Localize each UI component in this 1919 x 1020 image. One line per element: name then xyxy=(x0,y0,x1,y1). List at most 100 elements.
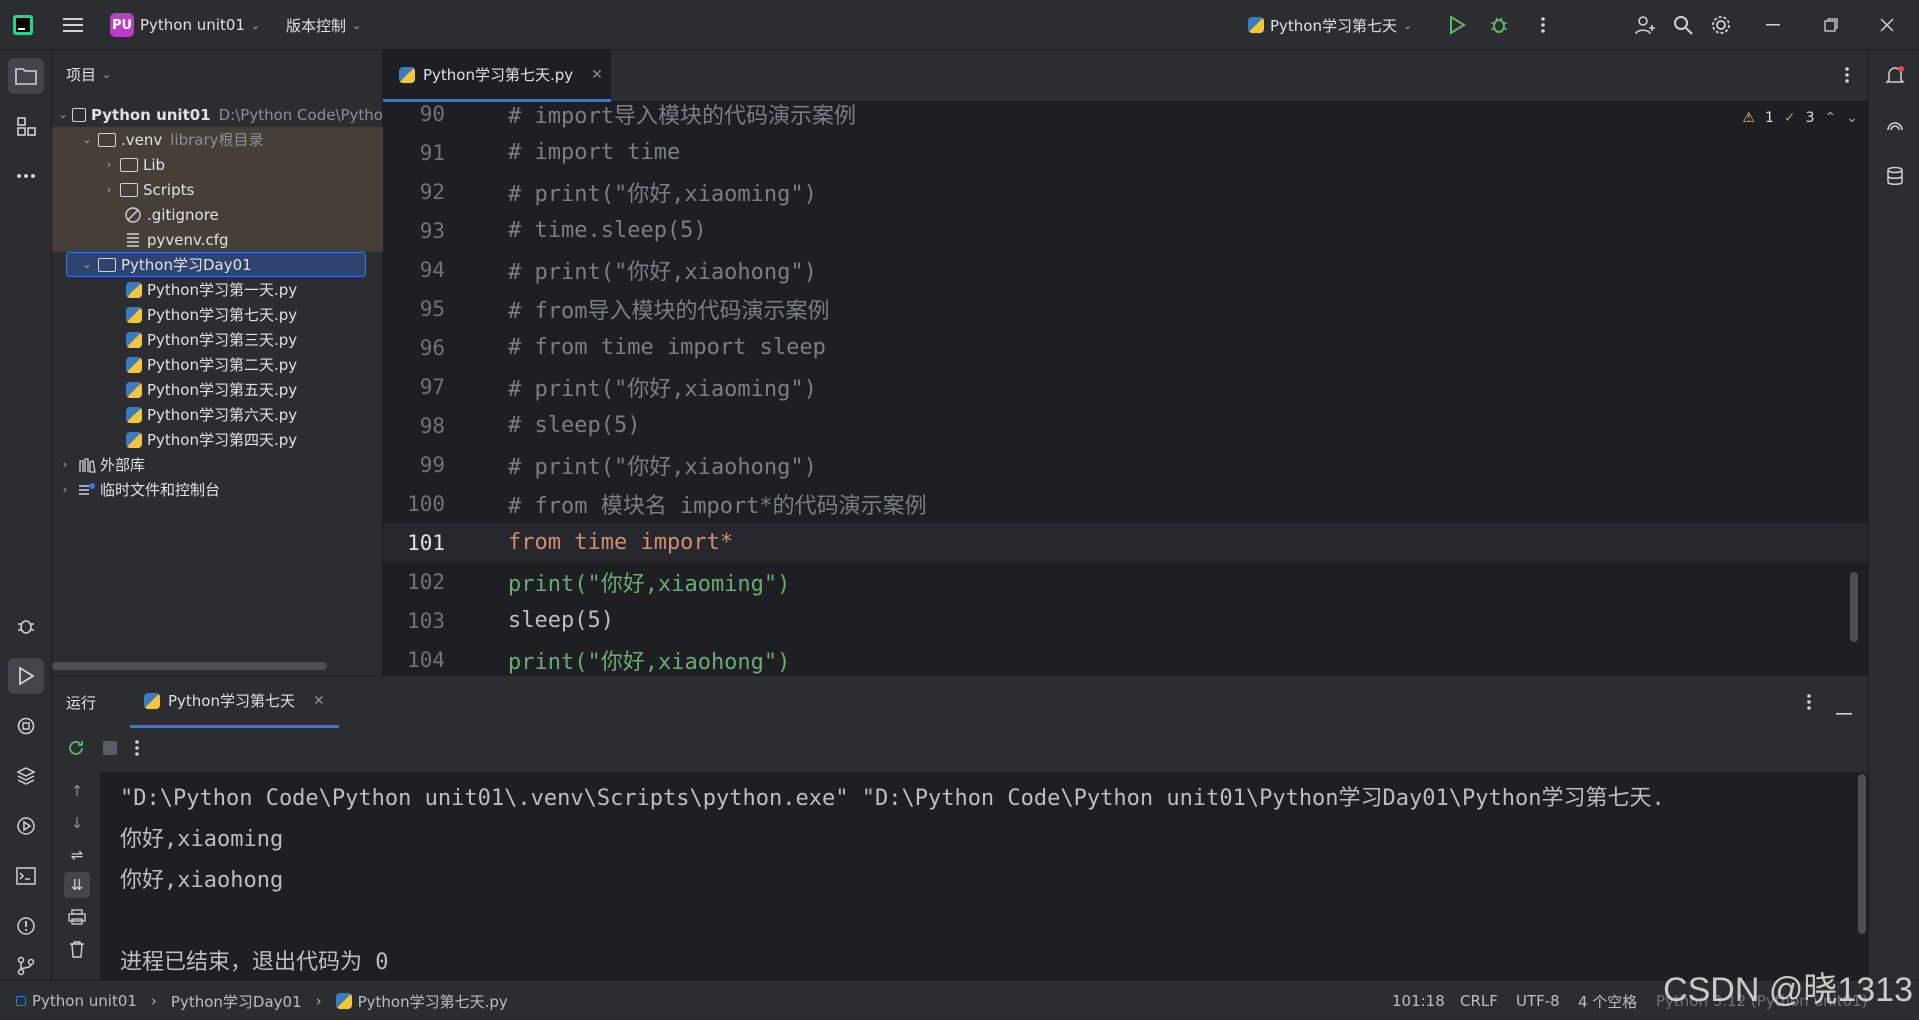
soft-wrap-icon[interactable]: ⇌ xyxy=(64,842,90,868)
restore-icon[interactable] xyxy=(1818,12,1844,38)
chevron-right-icon[interactable]: › xyxy=(102,158,116,171)
code-line[interactable]: 94 # print("你好,xiaohong") xyxy=(383,250,1868,289)
breadcrumb-item[interactable]: Python学习Day01 xyxy=(171,991,302,1012)
tree-item-lib[interactable]: › Lib xyxy=(52,152,383,177)
tree-item-py-file[interactable]: Python学习第五天.py xyxy=(52,377,383,402)
scroll-to-end-icon[interactable]: ⇊ xyxy=(64,872,90,898)
tree-item-external-libraries[interactable]: › 外部库 xyxy=(52,452,383,477)
vcs-menu[interactable]: 版本控制 ⌄ xyxy=(286,0,361,50)
tree-item-py-file[interactable]: Python学习第七天.py xyxy=(52,302,383,327)
more-tools-icon[interactable] xyxy=(8,158,44,194)
main-menu-icon[interactable] xyxy=(60,12,86,38)
tree-item-venv[interactable]: ⌄ .venv library根目录 xyxy=(52,127,383,152)
chevron-right-icon[interactable]: › xyxy=(58,458,72,471)
layers-icon[interactable] xyxy=(8,758,44,794)
hide-panel-icon[interactable] xyxy=(1836,701,1852,719)
run-config-selector[interactable]: Python学习第七天 ⌄ xyxy=(1248,0,1412,50)
tree-item-scratches[interactable]: › 临时文件和控制台 xyxy=(52,477,383,502)
breadcrumb-item[interactable]: Python学习第七天.py xyxy=(358,991,508,1012)
debug-icon[interactable] xyxy=(1486,12,1512,38)
code-line[interactable]: 95 # from导入模块的代码演示案例 xyxy=(383,289,1868,328)
code-line[interactable]: 91 # import time xyxy=(383,133,1868,172)
close-tab-icon[interactable]: ✕ xyxy=(313,693,325,709)
code-line[interactable]: 98 # sleep(5) xyxy=(383,406,1868,445)
code-line-current[interactable]: 101 from time import* xyxy=(383,523,1868,562)
arrow-up-icon[interactable]: ↑ xyxy=(64,778,90,804)
breadcrumb: Python unit01 › Python学习Day01 › Python学习… xyxy=(16,981,508,1020)
code-line[interactable]: 103 sleep(5) xyxy=(383,601,1868,640)
add-user-icon[interactable] xyxy=(1632,12,1658,38)
console-vertical-scrollbar[interactable] xyxy=(1858,774,1866,934)
tree-item-project-root[interactable]: ⌄ Python unit01 D:\Python Code\Pytho xyxy=(52,102,383,127)
breadcrumb-item[interactable]: Python unit01 xyxy=(32,992,137,1010)
services-icon[interactable] xyxy=(8,808,44,844)
code-line[interactable]: 93 # time.sleep(5) xyxy=(383,211,1868,250)
close-tab-icon[interactable]: ✕ xyxy=(591,67,603,83)
rerun-icon[interactable] xyxy=(66,738,86,762)
editor-vertical-scrollbar[interactable] xyxy=(1850,572,1858,642)
problems-icon[interactable] xyxy=(8,908,44,944)
terminal-icon[interactable] xyxy=(8,858,44,894)
chevron-down-icon[interactable]: ⌄ xyxy=(58,108,68,121)
editor-more-icon[interactable] xyxy=(1844,66,1850,88)
editor-tab-active[interactable]: Python学习第七天.py ✕ xyxy=(383,50,611,102)
run-tab[interactable]: Python学习第七天 ✕ xyxy=(130,676,339,728)
chevron-down-icon[interactable]: ⌄ xyxy=(1846,110,1858,126)
project-panel-header[interactable]: 项目 ⌄ xyxy=(66,64,111,85)
minimize-icon[interactable] xyxy=(1760,12,1786,38)
gear-icon[interactable] xyxy=(1708,12,1734,38)
python-console-icon[interactable] xyxy=(8,708,44,744)
stop-icon[interactable] xyxy=(102,740,118,760)
tree-item-pyvenv-cfg[interactable]: pyvenv.cfg xyxy=(52,227,383,252)
tree-item-py-file[interactable]: Python学习第四天.py xyxy=(52,427,383,452)
status-indent[interactable]: 4 个空格 xyxy=(1578,981,1637,1020)
tree-item-scripts[interactable]: › Scripts xyxy=(52,177,383,202)
console-output[interactable]: "D:\Python Code\Python unit01\.venv\Scri… xyxy=(100,772,1868,981)
tree-item-py-file[interactable]: Python学习第六天.py xyxy=(52,402,383,427)
code-line[interactable]: 104 print("你好,xiaohong") xyxy=(383,640,1868,675)
code-editor[interactable]: 90 # import导入模块的代码演示案例 91 # import time … xyxy=(383,102,1868,675)
code-line[interactable]: 92 # print("你好,xiaoming") xyxy=(383,172,1868,211)
status-encoding[interactable]: UTF-8 xyxy=(1516,981,1560,1020)
chevron-right-icon[interactable]: › xyxy=(58,483,72,496)
code-line[interactable]: 99 # print("你好,xiaohong") xyxy=(383,445,1868,484)
code-line[interactable]: 102 print("你好,xiaoming") xyxy=(383,562,1868,601)
run-tool-icon[interactable] xyxy=(8,658,44,694)
tree-item-label: Scripts xyxy=(143,180,195,199)
trash-icon[interactable] xyxy=(64,936,90,962)
chevron-right-icon[interactable]: › xyxy=(102,183,116,196)
print-icon[interactable] xyxy=(64,904,90,930)
run-icon[interactable] xyxy=(1444,12,1470,38)
close-icon[interactable] xyxy=(1874,12,1900,38)
database-icon[interactable] xyxy=(1877,158,1913,194)
tree-item-day01-folder[interactable]: ⌄ Python学习Day01 xyxy=(66,252,366,277)
search-icon[interactable] xyxy=(1670,12,1696,38)
code-line[interactable]: 90 # import导入模块的代码演示案例 xyxy=(383,102,1868,133)
project-switcher[interactable]: PU Python unit01 ⌄ xyxy=(110,0,260,50)
project-folder-icon[interactable] xyxy=(8,58,44,94)
tree-item-py-file[interactable]: Python学习第三天.py xyxy=(52,327,383,352)
tree-item-gitignore[interactable]: .gitignore xyxy=(52,202,383,227)
more-actions-icon[interactable] xyxy=(1530,12,1556,38)
arrow-down-icon[interactable]: ↓ xyxy=(64,810,90,836)
structure-icon[interactable] xyxy=(8,108,44,144)
git-icon[interactable] xyxy=(8,948,44,984)
tree-item-py-file[interactable]: Python学习第一天.py xyxy=(52,277,383,302)
chevron-down-icon[interactable]: ⌄ xyxy=(80,258,94,271)
status-line-separator[interactable]: CRLF xyxy=(1460,981,1498,1020)
code-line[interactable]: 97 # print("你好,xiaoming") xyxy=(383,367,1868,406)
code-line[interactable]: 96 # from time import sleep xyxy=(383,328,1868,367)
debug-tool-icon[interactable] xyxy=(8,608,44,644)
ai-assistant-icon[interactable] xyxy=(1877,108,1913,144)
status-position[interactable]: 101:18 xyxy=(1392,981,1445,1020)
chevron-down-icon[interactable]: ⌄ xyxy=(80,133,94,146)
run-more-icon[interactable] xyxy=(1806,693,1812,715)
pycharm-logo-icon[interactable] xyxy=(10,12,36,38)
inspection-widget[interactable]: ⚠ 1 ✓ 3 ⌃ ⌄ xyxy=(1742,110,1858,126)
chevron-up-icon[interactable]: ⌃ xyxy=(1825,110,1837,126)
code-line[interactable]: 100 # from 模块名 import*的代码演示案例 xyxy=(383,484,1868,523)
project-horizontal-scrollbar[interactable] xyxy=(52,662,327,670)
tree-item-py-file[interactable]: Python学习第二天.py xyxy=(52,352,383,377)
more-actions-icon[interactable] xyxy=(134,739,140,761)
notifications-icon[interactable] xyxy=(1877,58,1913,94)
